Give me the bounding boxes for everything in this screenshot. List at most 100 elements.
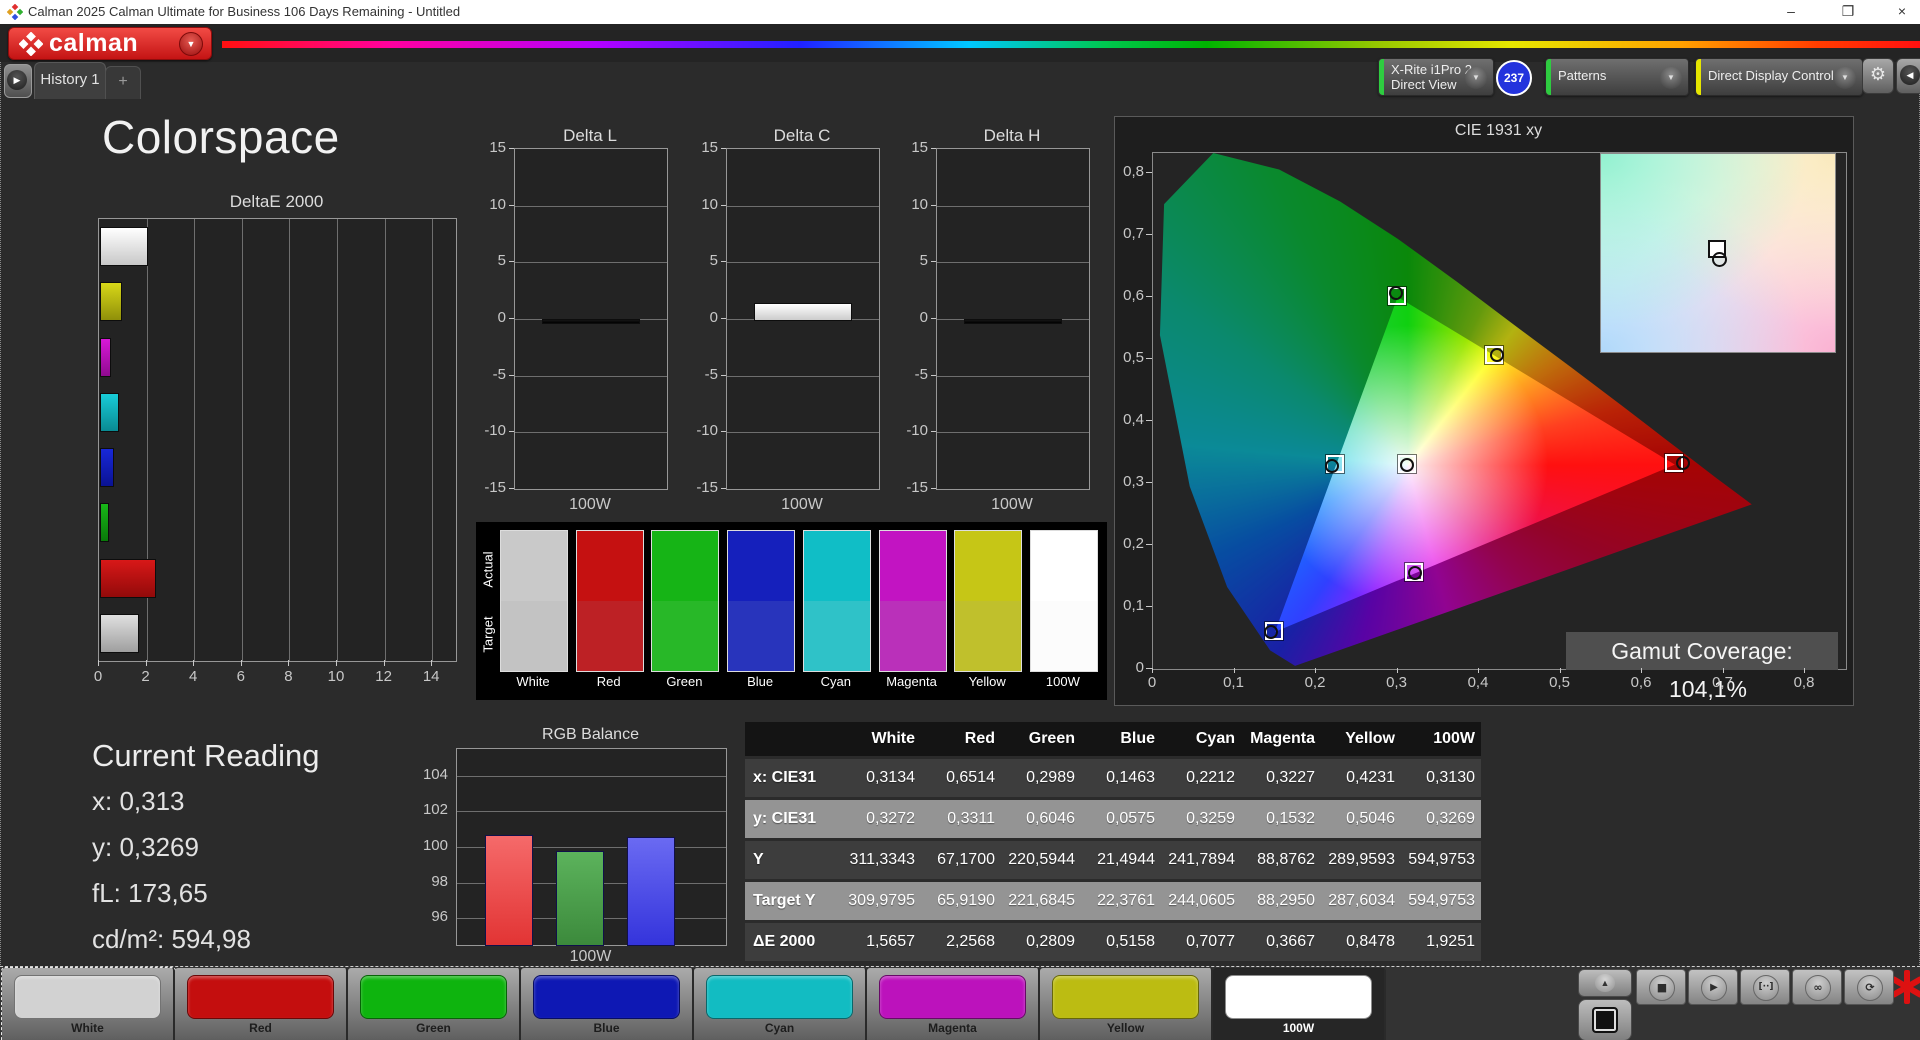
table-row: Y 311,3343 67,1700 220,5944 21,4944 241,7894 8… <box>745 841 1481 879</box>
gridline <box>937 262 1089 264</box>
rainbow-strip <box>222 41 1920 48</box>
reading-fl: fL: 173,65 <box>92 878 208 908</box>
reading-x: x: 0,313 <box>92 786 185 816</box>
cie-measured-red <box>1675 455 1690 470</box>
pattern-tile-yellow[interactable]: Yellow <box>1040 968 1213 1040</box>
gamut-coverage-readout: Gamut Coverage: 104,1% <box>1566 632 1838 702</box>
pattern-tile-label: Red <box>249 1021 272 1035</box>
close-button[interactable]: × <box>1885 0 1919 24</box>
table-cell: 309,9795 <box>848 892 915 909</box>
single-measure-icon: [··] <box>1753 975 1779 1001</box>
tab-history-1[interactable]: History 1 <box>34 62 106 99</box>
pattern-swatch <box>706 975 853 1019</box>
collapse-panel-button[interactable]: ◀ <box>1896 58 1920 94</box>
cie-x-tick: 0,7 <box>1712 674 1733 691</box>
pattern-bar-up-button[interactable]: ▲ <box>1578 969 1632 997</box>
settings-gear-button[interactable]: ⚙ <box>1862 58 1894 94</box>
gridline <box>194 219 196 661</box>
table-cell: 0,4231 <box>1346 769 1395 786</box>
pattern-tile-cyan[interactable]: Cyan <box>694 968 867 1040</box>
swatch-green <box>651 530 720 672</box>
meter-count-badge[interactable]: 237 <box>1496 60 1532 96</box>
single-measure-button[interactable]: [··] <box>1740 969 1790 1005</box>
pattern-tile-label: Cyan <box>764 1021 795 1035</box>
rgb-bar-blue <box>627 837 675 946</box>
session-alert-icon <box>1894 970 1920 1004</box>
deltae-x-tick: 14 <box>422 668 440 685</box>
stop-button[interactable]: ■ <box>1636 969 1686 1005</box>
meter-dropdown[interactable]: X-Rite i1Pro 2 Direct View ▼ <box>1378 58 1494 96</box>
pattern-swatch <box>14 975 161 1019</box>
tick-mark <box>1146 482 1152 483</box>
table-row: x: CIE31 0,3134 0,6514 0,2989 0,1463 0,2212 0,… <box>745 759 1481 797</box>
table-cell: 311,3343 <box>849 851 915 868</box>
loop-button[interactable]: ⟳ <box>1844 969 1894 1005</box>
swatch-cyan <box>802 530 871 672</box>
delta-y-tick: 0 <box>497 309 506 326</box>
deltae-bar-cyan <box>100 392 119 432</box>
pattern-window-icon <box>1592 1007 1618 1033</box>
display-control-dropdown[interactable]: Direct Display Control ▼ <box>1695 58 1863 96</box>
pattern-tile-blue[interactable]: Blue <box>521 968 694 1040</box>
rgb-y-tick: 102 <box>422 801 448 819</box>
tick-mark <box>931 204 936 206</box>
play-button[interactable]: ▶ <box>1688 969 1738 1005</box>
reading-cdm2: cd/m²: 594,98 <box>92 924 251 954</box>
table-header-blue: Blue <box>1120 730 1155 747</box>
table-corner-cell <box>745 722 841 756</box>
continuous-measure-button[interactable]: ∞ <box>1792 969 1842 1005</box>
rgb-balance-title: RGB Balance <box>542 726 639 743</box>
logo-dropdown-icon[interactable]: ▼ <box>179 31 203 56</box>
table-cell: 22,3761 <box>1097 892 1155 909</box>
delta-y-tick: 10 <box>911 195 928 213</box>
pattern-tile-100w[interactable]: 100W <box>1213 968 1386 1040</box>
pattern-tile-magenta[interactable]: Magenta <box>867 968 1040 1040</box>
swatch-label: Blue <box>747 674 774 689</box>
tick-mark <box>1146 606 1152 607</box>
tick-mark <box>931 431 936 433</box>
delta-y-tick: -5 <box>704 365 718 383</box>
tick-mark <box>721 261 726 263</box>
delta-bar <box>964 319 1062 324</box>
window-title: Calman 2025 Calman Ultimate for Business… <box>28 4 461 19</box>
table-cell: 220,5944 <box>1008 851 1075 868</box>
tick-mark <box>931 374 936 376</box>
table-cell: 241,7894 <box>1168 851 1235 868</box>
swatch-actual <box>576 531 643 601</box>
deltae-x-tick: 12 <box>375 668 392 685</box>
calman-menu-button[interactable]: calman ▼ <box>8 27 212 60</box>
pattern-tile-label: Green <box>416 1021 451 1035</box>
table-cell: 88,8762 <box>1257 851 1315 868</box>
table-header-row: White Red Green Blue Cyan Magenta Yellow 100W <box>745 722 1481 756</box>
delta-y-tick: -15 <box>696 479 718 496</box>
pattern-tile-red[interactable]: Red <box>175 968 348 1040</box>
gridline <box>457 811 726 813</box>
gamut-coverage-label: Gamut Coverage: <box>1611 638 1793 664</box>
table-cell: 0,6514 <box>946 769 995 786</box>
table-cell: 0,1463 <box>1106 769 1155 786</box>
deltae-chart-title: DeltaE 2000 <box>229 192 324 211</box>
rgb-y-tick: 98 <box>431 872 448 890</box>
swatch-target <box>1030 601 1097 671</box>
pattern-tile-white[interactable]: White <box>1 967 176 1040</box>
delta-chart-delta-c <box>726 148 880 490</box>
pattern-window-button[interactable] <box>1578 999 1632 1040</box>
pattern-tile-label: Magenta <box>928 1021 977 1035</box>
cie-measured-green <box>1388 286 1403 301</box>
meter-name: X-Rite i1Pro 2 <box>1391 62 1472 77</box>
add-tab-button[interactable]: + <box>105 66 141 99</box>
minimize-button[interactable]: – <box>1774 0 1808 24</box>
pattern-tile-green[interactable]: Green <box>348 968 521 1040</box>
table-cell: 1,5657 <box>866 933 915 950</box>
restore-button[interactable]: ❐ <box>1831 0 1865 24</box>
continuous-measure-icon: ∞ <box>1805 975 1831 1001</box>
table-header-green: Green <box>1028 730 1075 747</box>
tick-mark <box>721 148 726 149</box>
chevron-up-icon: ▲ <box>1595 974 1615 992</box>
tick-mark <box>931 488 936 489</box>
patterns-dropdown[interactable]: Patterns ▼ <box>1545 58 1689 96</box>
tab-nav-button[interactable]: ▶ <box>4 64 32 98</box>
tick-mark <box>721 431 726 433</box>
swatch-red <box>575 530 644 672</box>
table-cell: 0,2809 <box>1026 933 1075 950</box>
